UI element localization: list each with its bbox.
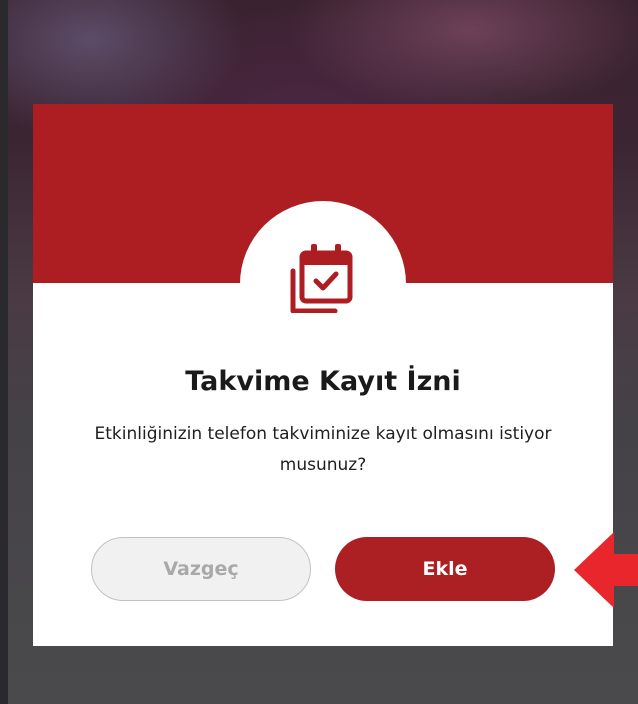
dialog-title: Takvime Kayıt İzni <box>185 366 461 397</box>
dialog-message: Etkinliğinizin telefon takviminize kayıt… <box>94 424 552 475</box>
calendar-permission-dialog: Takvime Kayıt İzni Etkinliğinizin telefo… <box>33 104 613 646</box>
app-screen: Takvime Kayıt İzni Etkinliğinizin telefo… <box>0 0 638 704</box>
pointer-arrow-icon <box>574 532 638 608</box>
add-button[interactable]: Ekle <box>335 537 555 601</box>
calendar-check-icon <box>290 244 353 313</box>
backdrop-edge <box>0 0 8 704</box>
cancel-button[interactable]: Vazgeç <box>91 537 311 601</box>
